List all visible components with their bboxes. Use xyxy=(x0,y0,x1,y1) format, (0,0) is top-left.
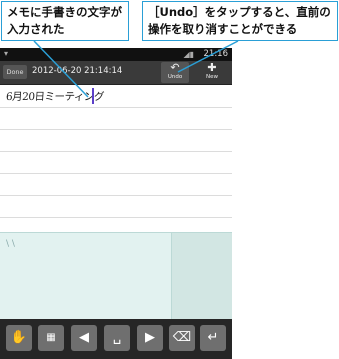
ruled-line xyxy=(0,173,232,174)
ruled-line xyxy=(0,151,232,152)
ruled-line xyxy=(0,195,232,196)
callout-right-line2: 操作を取り消すことができる xyxy=(148,22,298,36)
new-button[interactable]: ✚ New xyxy=(198,62,226,83)
memo-toolbar: Done 2012-06-20 21:14:14 ↶ Undo ✚ New xyxy=(0,61,232,85)
plus-icon: ✚ xyxy=(207,61,217,74)
arrow-left-icon[interactable]: ◀ xyxy=(71,325,97,351)
status-bar: ▾ ◢▮ 21:16 xyxy=(0,48,232,61)
undo-button[interactable]: ↶ Undo xyxy=(161,62,189,83)
ruled-line xyxy=(0,107,232,108)
handwriting-input-pad[interactable]: \ \ xyxy=(0,232,232,319)
undo-label: Undo xyxy=(167,74,183,80)
undo-icon: ↶ xyxy=(170,61,180,74)
input-pad-right-area[interactable] xyxy=(171,233,232,319)
android-icon: ▾ xyxy=(4,49,9,58)
phone-screen: ▾ ◢▮ 21:16 Done 2012-06-20 21:14:14 ↶ Un… xyxy=(0,48,232,359)
space-icon[interactable]: ␣ xyxy=(104,325,130,351)
text-cursor xyxy=(92,88,94,104)
ruled-line xyxy=(0,217,232,218)
enter-icon[interactable]: ↵ xyxy=(200,325,226,351)
callout-right-line1: ［Undo］をタップすると、直前の xyxy=(148,5,331,19)
handwritten-text: 6月20日ミーティング xyxy=(5,91,105,103)
settings-icon[interactable]: ✋ xyxy=(6,325,32,351)
pad-stroke-mark: \ \ xyxy=(6,239,15,249)
callout-left-line2: 入力された xyxy=(7,22,65,36)
callout-handwritten-entered: メモに手書きの文字が 入力された xyxy=(1,1,129,41)
memo-canvas[interactable]: 6月20日ミーティング xyxy=(0,85,232,231)
signal-battery-icon: ◢▮ xyxy=(183,50,194,59)
status-time: 21:16 xyxy=(203,49,229,59)
memo-date: 2012-06-20 21:14:14 xyxy=(32,66,123,76)
grid-keyboard-icon[interactable]: ▦ xyxy=(38,325,64,351)
new-label: New xyxy=(206,74,218,80)
done-button[interactable]: Done xyxy=(3,65,27,79)
ruled-line xyxy=(0,129,232,130)
backspace-icon[interactable]: ⌫ xyxy=(169,325,195,351)
callout-left-line1: メモに手書きの文字が xyxy=(7,5,122,19)
callout-undo-explanation: ［Undo］をタップすると、直前の 操作を取り消すことができる xyxy=(142,1,338,41)
arrow-right-icon[interactable]: ▶ xyxy=(137,325,163,351)
keyboard-key-row: ✋ ▦ ◀ ␣ ▶ ⌫ ↵ xyxy=(0,319,232,359)
